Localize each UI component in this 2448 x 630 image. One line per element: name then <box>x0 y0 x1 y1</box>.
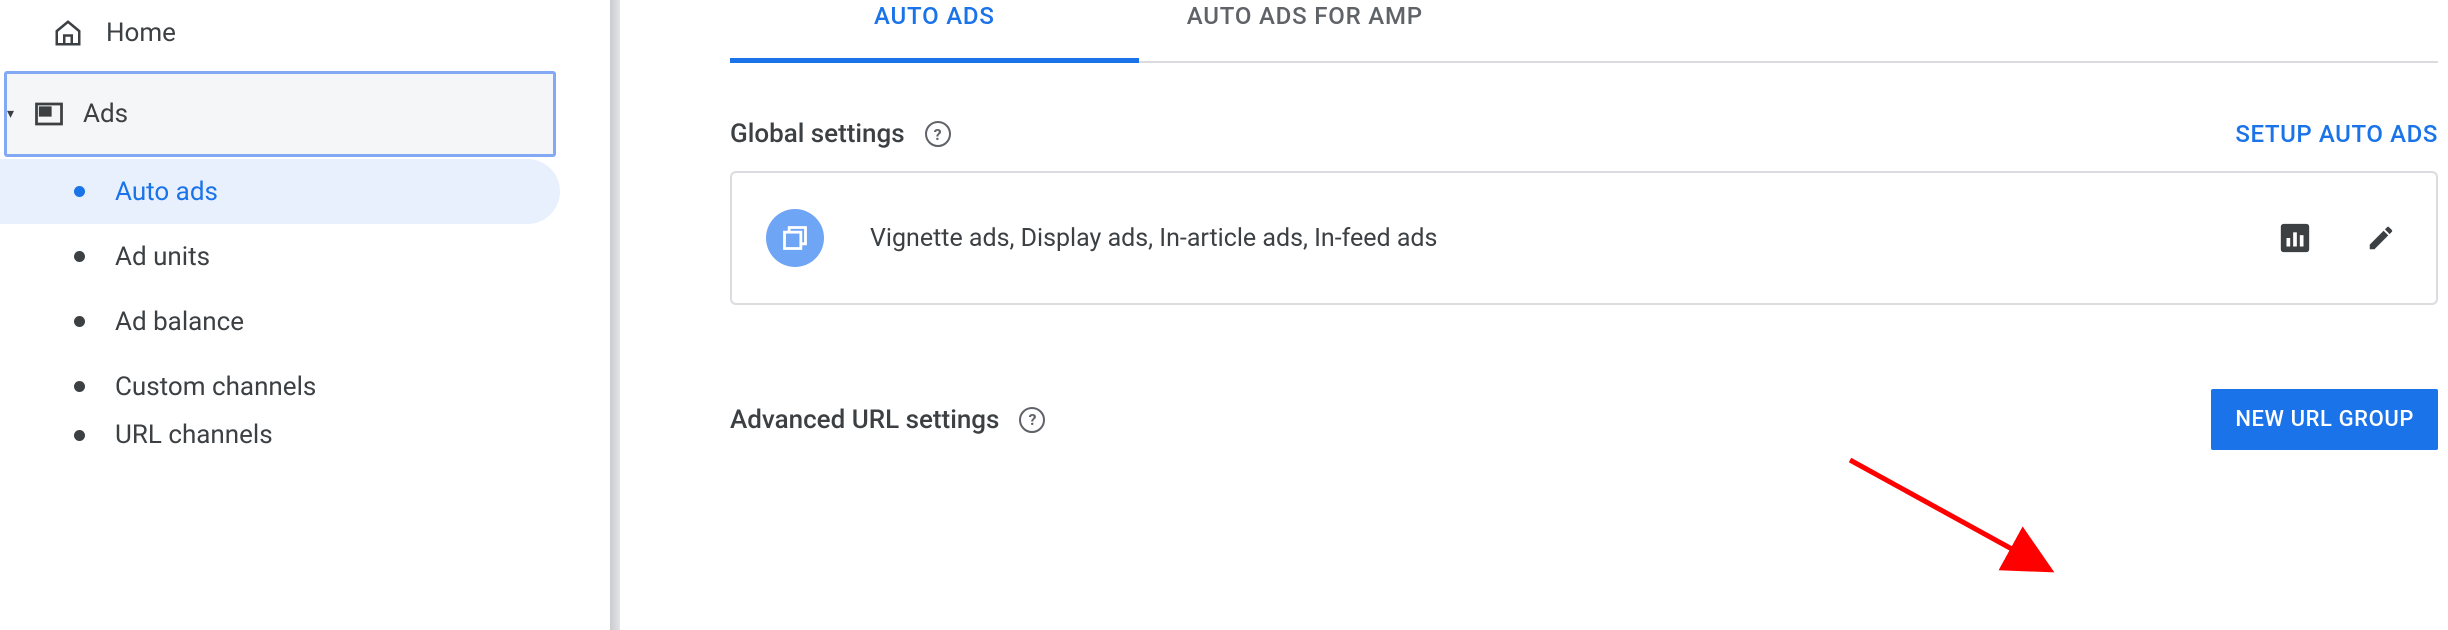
tab-label: AUTO ADS FOR AMP <box>1187 2 1423 30</box>
section-title: Advanced URL settings <box>730 405 999 435</box>
new-url-group-button[interactable]: NEW URL GROUP <box>2211 389 2438 450</box>
help-icon[interactable]: ? <box>925 121 951 147</box>
tab-label: AUTO ADS <box>874 2 995 30</box>
tab-auto-ads-amp[interactable]: AUTO ADS FOR AMP <box>1139 2 1471 63</box>
annotation-arrow <box>1840 450 2100 610</box>
nav-sub-label: Custom channels <box>115 372 316 402</box>
bullet-icon <box>74 186 85 197</box>
bullet-icon <box>74 381 85 392</box>
setup-auto-ads-link[interactable]: SETUP AUTO ADS <box>2235 120 2438 148</box>
chevron-down-icon: ▾ <box>7 106 25 122</box>
nav-sub-label: Ad balance <box>115 307 244 337</box>
nav-sub-ad-balance[interactable]: Ad balance <box>0 289 560 354</box>
home-icon <box>48 18 88 48</box>
card-description: Vignette ads, Display ads, In-article ad… <box>870 224 2230 253</box>
global-settings-header: Global settings ? SETUP AUTO ADS <box>730 119 2438 149</box>
nav-ads[interactable]: ▾ Ads <box>4 71 556 157</box>
nav-sub-label: Auto ads <box>115 177 218 207</box>
nav-sub-auto-ads[interactable]: Auto ads <box>0 159 560 224</box>
sidebar: Home ▾ Ads Auto ads Ad units Ad balance <box>0 0 560 630</box>
nav-sub-label: Ad units <box>115 242 210 272</box>
nav-sub-ad-units[interactable]: Ad units <box>0 224 560 289</box>
section-title: Global settings <box>730 119 905 149</box>
bullet-icon <box>74 430 85 441</box>
global-settings-card: Vignette ads, Display ads, In-article ad… <box>730 171 2438 305</box>
bullet-icon <box>74 316 85 327</box>
nav-home[interactable]: Home <box>0 0 560 65</box>
advanced-url-title-wrap: Advanced URL settings ? <box>730 405 1045 435</box>
stats-button[interactable] <box>2274 217 2316 259</box>
edit-button[interactable] <box>2360 217 2402 259</box>
nav-home-label: Home <box>106 18 176 48</box>
layers-icon <box>766 209 824 267</box>
nav-sub-url-channels[interactable]: URL channels <box>0 419 560 451</box>
nav-ads-label: Ads <box>83 99 128 129</box>
bullet-icon <box>74 251 85 262</box>
vertical-divider <box>610 0 620 630</box>
help-icon[interactable]: ? <box>1019 407 1045 433</box>
advanced-url-header: Advanced URL settings ? NEW URL GROUP <box>730 389 2438 450</box>
ads-icon <box>29 99 69 129</box>
tab-auto-ads[interactable]: AUTO ADS <box>730 2 1139 63</box>
main-content: AUTO ADS AUTO ADS FOR AMP Global setting… <box>620 0 2448 630</box>
tabs: AUTO ADS AUTO ADS FOR AMP <box>730 0 2438 63</box>
nav-sub-custom-channels[interactable]: Custom channels <box>0 354 560 419</box>
global-settings-title-wrap: Global settings ? <box>730 119 951 149</box>
nav-sub-label: URL channels <box>115 420 273 450</box>
